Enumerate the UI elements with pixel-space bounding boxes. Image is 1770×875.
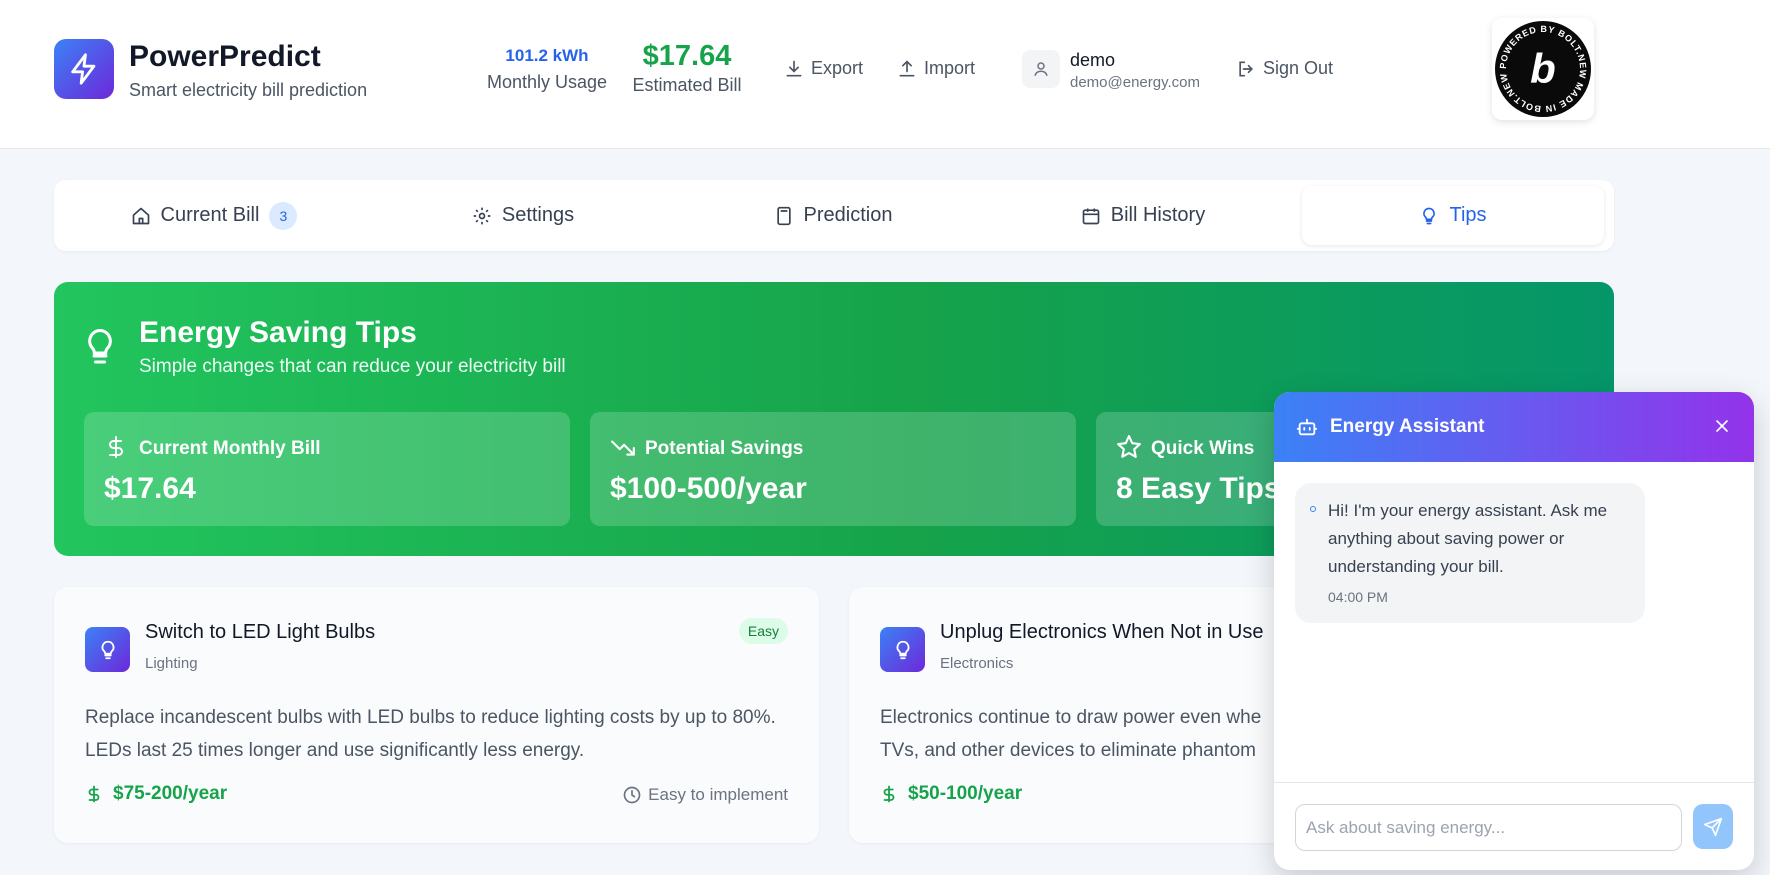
upload-icon — [899, 59, 915, 76]
usage-value: 101.2 kWh — [505, 46, 589, 65]
tab-prediction[interactable]: Prediction — [683, 186, 983, 245]
tab-label: Prediction — [803, 204, 893, 226]
export-button[interactable]: Export — [784, 58, 863, 79]
bill-value: $17.64 — [642, 40, 732, 72]
difficulty-badge: Easy — [738, 618, 788, 644]
bill-label: Estimated Bill — [632, 75, 742, 95]
monthly-usage-stat: 101.2 kWh Monthly Usage — [486, 46, 608, 93]
tab-label: Bill History — [1110, 204, 1206, 226]
effort-label: Easy to implement — [648, 785, 788, 804]
tip-description: Electronics continue to draw power even … — [880, 707, 1262, 761]
import-button[interactable]: Import — [897, 58, 975, 79]
tip-title: Unplug Electronics When Not in Use — [940, 621, 1264, 643]
tip-category: Electronics — [940, 655, 1014, 672]
card-label: Current Monthly Bill — [139, 438, 321, 459]
tip-card: Switch to LED Light Bulbs Lighting Easy … — [54, 587, 819, 843]
sign-out-label: Sign Out — [1263, 58, 1334, 78]
bolt-badge[interactable]: POWERED BY BOLT.NEW MADE IN BOLT.NEW b — [1492, 18, 1594, 120]
tip-effort: Easy to implement — [622, 785, 788, 805]
lightbulb-icon — [1423, 207, 1436, 224]
home-icon — [132, 207, 149, 224]
tab-settings[interactable]: Settings — [373, 186, 673, 245]
tip-description: Replace incandescent bulbs with LED bulb… — [85, 707, 776, 761]
close-icon — [1716, 420, 1728, 432]
avatar — [1022, 50, 1060, 88]
tab-bill-history[interactable]: Bill History — [993, 186, 1293, 245]
star-icon — [1117, 435, 1141, 458]
assistant-message: Hi! I'm your energy assistant. Ask me an… — [1295, 483, 1645, 623]
tip-title: Switch to LED Light Bulbs — [145, 621, 376, 643]
download-icon — [786, 60, 802, 76]
calendar-icon — [1082, 208, 1100, 224]
tip-savings: $50-100/year — [880, 783, 1022, 805]
app-header: PowerPredict Smart electricity bill pred… — [0, 0, 1770, 149]
import-label: Import — [924, 58, 976, 78]
lightbulb-icon — [896, 640, 909, 659]
chat-input[interactable] — [1295, 804, 1682, 851]
close-chat-button[interactable] — [1712, 416, 1732, 441]
message-time: 04:00 PM — [1328, 589, 1388, 605]
card-value: 8 Easy Tips — [1116, 472, 1281, 505]
savings-value: $75-200/year — [113, 783, 228, 804]
tab-count-badge: 3 — [269, 201, 298, 230]
tip-category: Lighting — [145, 655, 198, 672]
card-value: $17.64 — [104, 472, 196, 505]
chat-header: Energy Assistant — [1274, 392, 1754, 462]
bolt-logo: POWERED BY BOLT.NEW MADE IN BOLT.NEW b — [1495, 21, 1591, 117]
clock-icon — [623, 786, 641, 804]
dollar-icon — [109, 436, 123, 458]
energy-assistant-chat: Energy Assistant Hi! I'm your energy ass… — [1274, 392, 1754, 870]
user-email: demo@energy.com — [1070, 74, 1201, 91]
tip-icon-box — [85, 627, 130, 672]
calculator-icon — [776, 206, 791, 225]
tab-label: Tips — [1449, 204, 1487, 226]
chat-title: Energy Assistant — [1330, 416, 1485, 437]
app-logo — [54, 39, 114, 99]
lightbulb-icon — [101, 640, 114, 659]
app-tagline: Smart electricity bill prediction — [129, 80, 368, 100]
tab-label: Settings — [501, 204, 575, 226]
tab-label: Current Bill — [160, 204, 260, 226]
bot-icon — [1296, 418, 1318, 436]
user-name: demo — [1070, 50, 1116, 70]
app-name: PowerPredict — [129, 40, 321, 73]
lightbulb-icon — [88, 328, 112, 364]
potential-savings-card: Potential Savings $100-500/year — [590, 412, 1076, 526]
hero-subtitle: Simple changes that can reduce your elec… — [139, 356, 566, 377]
message-text: Hi! I'm your energy assistant. Ask me an… — [1328, 501, 1608, 576]
card-label: Potential Savings — [645, 438, 804, 459]
card-label: Quick Wins — [1151, 438, 1255, 459]
tip-icon-box — [880, 627, 925, 672]
bot-icon — [1310, 506, 1316, 512]
trending-down-icon — [611, 440, 635, 456]
dollar-icon — [88, 785, 100, 803]
user-icon — [1034, 62, 1048, 76]
main-tabs: Current Bill 3 Settings Prediction Bill … — [54, 180, 1614, 251]
tab-current-bill[interactable]: Current Bill 3 — [64, 186, 364, 245]
tip-savings: $75-200/year — [85, 783, 227, 805]
logout-icon — [1239, 61, 1254, 76]
lightning-icon — [71, 53, 96, 85]
sign-out-button[interactable]: Sign Out — [1236, 58, 1333, 79]
current-bill-card: Current Monthly Bill $17.64 — [84, 412, 570, 526]
chat-divider — [1274, 782, 1754, 783]
export-label: Export — [811, 58, 864, 78]
send-button[interactable] — [1693, 804, 1733, 849]
send-icon — [1703, 817, 1723, 836]
savings-value: $50-100/year — [908, 783, 1023, 804]
tab-tips[interactable]: Tips — [1302, 186, 1604, 245]
estimated-bill-stat: $17.64 Estimated Bill — [630, 40, 744, 96]
dollar-icon — [883, 785, 895, 803]
hero-title: Energy Saving Tips — [139, 316, 417, 349]
svg-text:b: b — [1530, 45, 1556, 92]
gear-icon — [473, 207, 491, 224]
usage-label: Monthly Usage — [486, 72, 608, 92]
card-value: $100-500/year — [610, 472, 807, 505]
